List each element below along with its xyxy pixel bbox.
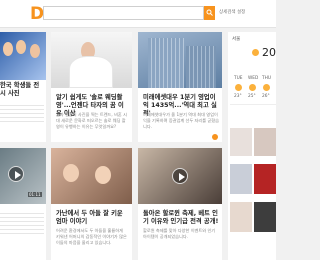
- site-logo[interactable]: D: [30, 5, 44, 23]
- feed-card[interactable]: 알기 쉽게도 '솔로 웨딩촬영'...언젠다 타자의 꿈 이유 이상 혼자 결혼…: [51, 32, 132, 142]
- weather-widget: 서울 20 TUE WED THU 23° 25° 26°: [228, 32, 276, 260]
- video-card[interactable]: 01:11: [0, 148, 46, 260]
- product-thumb[interactable]: [230, 202, 252, 232]
- card-title: 돌아온 할로윈 축제, 베트 인기 이유와 인기급 전격 공개!: [143, 210, 219, 225]
- search-input[interactable]: [43, 6, 204, 20]
- card-image: [138, 32, 222, 88]
- card-image: [138, 148, 222, 204]
- video-duration: 01:11: [28, 192, 42, 197]
- forecast-temp: 25°: [248, 94, 256, 99]
- forecast-temp: 23°: [234, 94, 242, 99]
- card-desc: 할로윈 축제를 맞아 다양한 이벤트와 인기 아이템이 공개되었습니다.: [143, 228, 216, 239]
- card-desc: 어려운 환경에서도 두 아들을 훌륭하게 키워낸 어머니의 감동적인 이야기가 …: [56, 228, 127, 245]
- play-icon[interactable]: [8, 166, 24, 182]
- play-icon[interactable]: [172, 168, 188, 184]
- product-thumb[interactable]: [230, 164, 252, 194]
- forecast-temp: 26°: [262, 94, 270, 99]
- search-icon: [206, 9, 213, 16]
- sun-icon: [263, 84, 270, 91]
- badge-icon: [212, 134, 218, 140]
- card-desc: [0, 210, 44, 234]
- card-desc: [0, 102, 44, 122]
- sun-icon: [249, 84, 256, 91]
- card-image: 01:11: [0, 148, 46, 204]
- card-title: 가난에서 두 아들 잘 키운 엄마 이야기: [56, 210, 123, 225]
- forecast-day: TUE: [234, 76, 243, 81]
- product-thumb[interactable]: [254, 128, 276, 156]
- feed-card[interactable]: 가난에서 두 아들 잘 키운 엄마 이야기 어려운 환경에서도 두 아들을 훌륭…: [51, 148, 132, 260]
- feed-card[interactable]: 미래에셋대우 1분기 영업이익 1435억...'역대 최고 실적' 미래에셋대…: [138, 32, 222, 142]
- card-image: [51, 148, 132, 204]
- video-card[interactable]: 돌아온 할로윈 축제, 베트 인기 이유와 인기급 전격 공개! 할로윈 축제를…: [138, 148, 222, 260]
- search-button[interactable]: [204, 6, 215, 20]
- card-title: 한국 학생들 전시 사진: [0, 82, 40, 97]
- card-desc: 미래에셋대우가 올 1분기 역대 최대 영업이익을 기록하며 증권업계 선두 자…: [143, 112, 219, 129]
- top-bar: D 상세검색 설정: [0, 0, 276, 28]
- forecast-day: THU: [262, 76, 272, 81]
- forecast-day: WED: [248, 76, 259, 81]
- card-image: [51, 32, 132, 88]
- product-thumb[interactable]: [230, 128, 252, 156]
- product-thumb[interactable]: [254, 202, 276, 232]
- sun-icon: [235, 84, 242, 91]
- sun-icon: [252, 49, 259, 56]
- feed-card[interactable]: 한국 학생들 전시 사진: [0, 32, 46, 142]
- card-image: [0, 32, 46, 80]
- card-desc: 혼자 결혼식 사진을 찍는 트렌드, 비혼 시대 새로운 문화로 떠오르는 솔로…: [56, 112, 127, 129]
- current-temp: 20: [262, 46, 276, 59]
- weather-location[interactable]: 서울: [232, 36, 240, 42]
- advanced-search-link[interactable]: 상세검색 설정: [219, 9, 245, 15]
- weather-divider: [230, 104, 276, 114]
- product-thumb[interactable]: [254, 164, 276, 194]
